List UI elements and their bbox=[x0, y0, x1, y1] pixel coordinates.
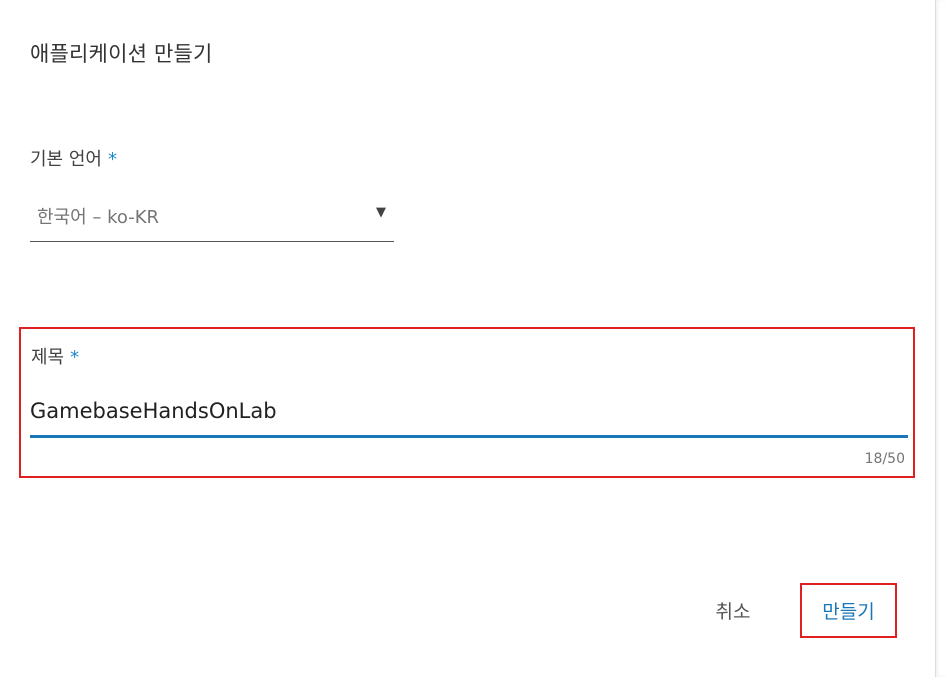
title-field-highlight: 제목* 18/50 bbox=[19, 327, 915, 478]
cancel-button[interactable]: 취소 bbox=[697, 591, 769, 629]
default-language-field: 기본 언어 * 한국어 – ko-KR ▼ bbox=[30, 145, 394, 242]
default-language-value: 한국어 – ko-KR bbox=[37, 207, 160, 228]
create-application-dialog: 애플리케이션 만들기 기본 언어* 한국어 – ko-KR ▼ 제목* 18/5… bbox=[0, 0, 936, 677]
dialog-title: 애플리케이션 만들기 bbox=[30, 42, 213, 66]
dialog-scroll-edge bbox=[935, 0, 946, 677]
title-label: 제목 * bbox=[31, 343, 79, 369]
character-counter: 18/50 bbox=[864, 451, 905, 467]
create-button[interactable]: 만들기 bbox=[800, 583, 897, 638]
title-input[interactable] bbox=[30, 387, 908, 438]
default-language-select[interactable]: 한국어 – ko-KR ▼ bbox=[30, 197, 394, 242]
default-language-label-text: 기본 언어 bbox=[30, 149, 102, 170]
title-label-text: 제목 bbox=[31, 347, 65, 368]
dropdown-arrow-icon: ▼ bbox=[376, 205, 386, 220]
required-asterisk: * bbox=[107, 149, 117, 170]
default-language-label: 기본 언어 * bbox=[30, 149, 117, 170]
required-asterisk: * bbox=[70, 347, 80, 368]
